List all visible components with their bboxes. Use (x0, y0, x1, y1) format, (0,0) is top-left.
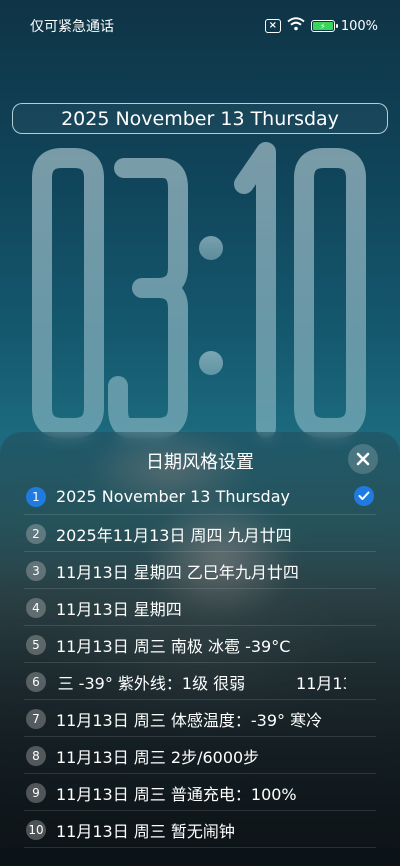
close-icon (356, 452, 370, 466)
status-bar: 仅可紧急通话 × ⚡ 100% (0, 0, 400, 52)
option-number-badge: 5 (26, 634, 46, 655)
status-icons: × ⚡ 100% (264, 17, 378, 35)
option-label: 2025 November 13 Thursday (56, 487, 290, 506)
checkmark-icon (354, 486, 374, 506)
date-style-sheet: 日期风格设置 1 2025 November 13 Thursday 2 202… (0, 432, 400, 866)
clock-digit-3 (108, 158, 188, 438)
option-label: 11月13日 星期四 (56, 599, 182, 619)
date-style-option-2[interactable]: 2 2025年11月13日 周四 九月廿四 (0, 515, 400, 552)
option-number-badge: 7 (26, 708, 46, 729)
no-sim-icon: × (264, 19, 281, 33)
date-style-option-10[interactable]: 10 11月13日 周三 暂无闹钟 (0, 811, 400, 848)
option-number-badge: 10 (26, 819, 46, 840)
option-number-badge: 1 (26, 486, 46, 507)
carrier-text: 仅可紧急通话 (30, 19, 114, 35)
clock-digits-graphic (32, 142, 366, 438)
battery-charging-icon: ⚡ (310, 20, 338, 32)
option-label: 11月13日 周三 暂无闹钟 (56, 821, 235, 841)
sheet-title: 日期风格设置 (146, 452, 254, 473)
clock-digit-1 (234, 142, 276, 438)
option-number-badge: 6 (26, 671, 46, 692)
date-style-option-1[interactable]: 1 2025 November 13 Thursday (0, 478, 400, 515)
option-label: 11月13日 星期四 乙巳年九月廿四 (56, 562, 299, 582)
date-style-option-7[interactable]: 7 11月13日 周三 体感温度：-39° 寒冷 (0, 700, 400, 737)
option-number-badge: 8 (26, 745, 46, 766)
date-style-option-9[interactable]: 9 11月13日 周三 普通充电：100% (0, 774, 400, 811)
lock-date-display[interactable]: 2025 November 13 Thursday (12, 103, 388, 134)
clock-colon (199, 236, 223, 375)
clock-digit-0b (294, 148, 366, 438)
option-label: 2025年11月13日 周四 九月廿四 (56, 525, 292, 545)
option-label: 11月13日 周三 2步/6000步 (56, 747, 260, 767)
option-label: 11月13日 周三 南极 冰雹 -39°C (56, 636, 291, 656)
option-label: 11月13日 周三 普通充电：100% (56, 784, 297, 804)
date-style-option-6[interactable]: 6 三 -39° 紫外线：1级 很弱 11月13 (0, 663, 400, 700)
option-number-badge: 3 (26, 560, 46, 581)
battery-percent: 100% (340, 18, 378, 34)
date-style-option-5[interactable]: 5 11月13日 周三 南极 冰雹 -39°C (0, 626, 400, 663)
close-button[interactable] (348, 444, 378, 474)
date-style-option-4[interactable]: 4 11月13日 星期四 (0, 589, 400, 626)
clock-digit-0 (32, 148, 104, 438)
option-label-marquee: 三 -39° 紫外线：1级 很弱 11月13 (56, 673, 346, 693)
lock-clock[interactable] (22, 138, 378, 438)
option-number-badge: 2 (26, 523, 46, 544)
date-style-list: 1 2025 November 13 Thursday 2 2025年11月13… (0, 478, 400, 848)
date-style-option-3[interactable]: 3 11月13日 星期四 乙巳年九月廿四 (0, 552, 400, 589)
option-number-badge: 4 (26, 597, 46, 618)
option-number-badge: 9 (26, 782, 46, 803)
date-style-option-8[interactable]: 8 11月13日 周三 2步/6000步 (0, 737, 400, 774)
option-label: 11月13日 周三 体感温度：-39° 寒冷 (56, 710, 323, 730)
battery-level: ⚡ (312, 22, 333, 31)
wifi-icon (287, 17, 305, 35)
